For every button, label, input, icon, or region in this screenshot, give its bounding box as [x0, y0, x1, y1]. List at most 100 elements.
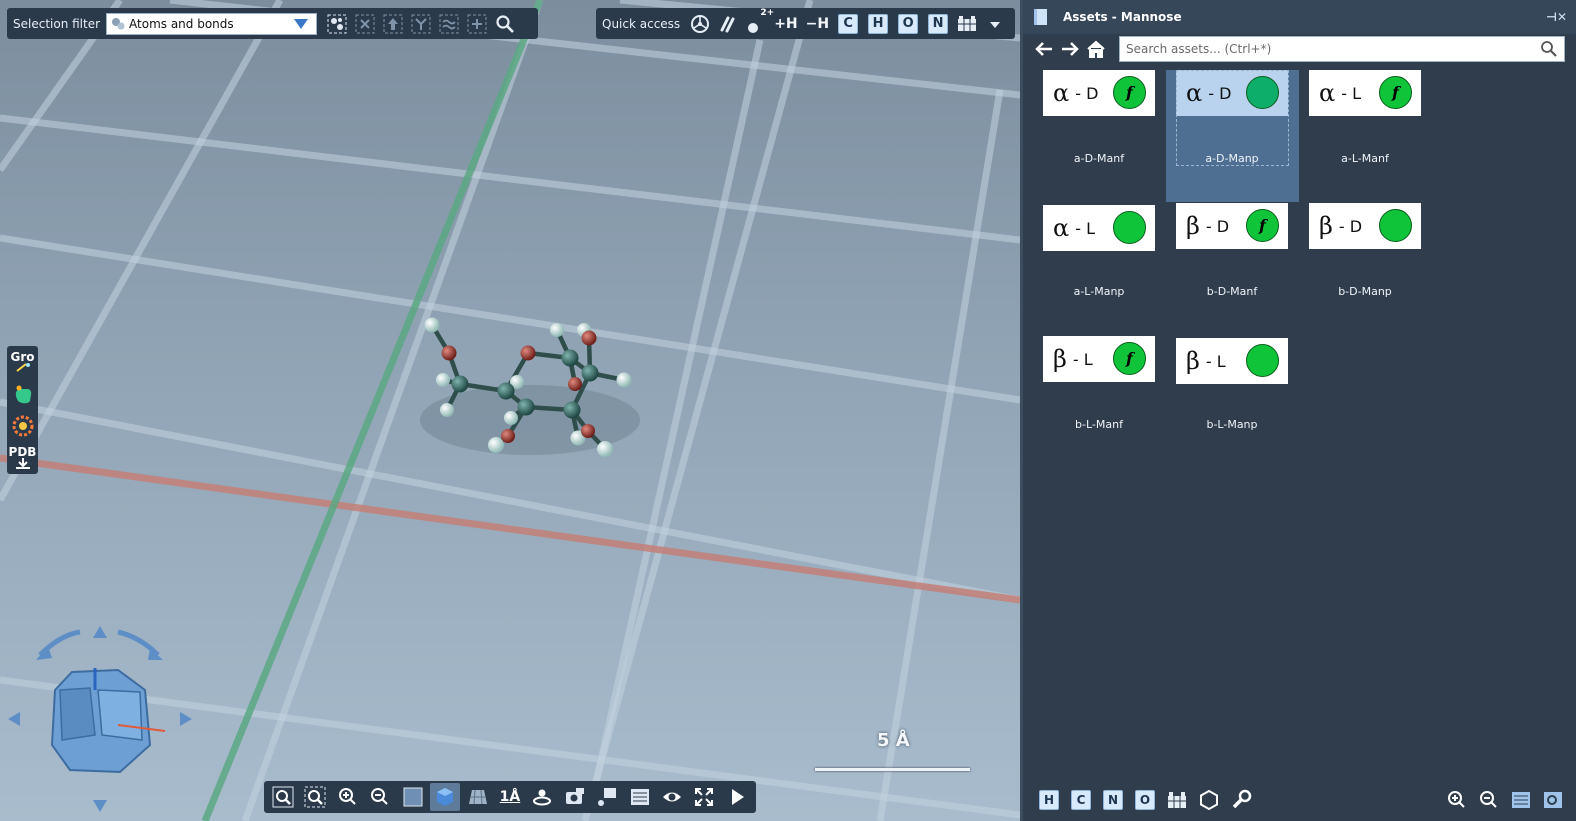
panel-header: Assets - Mannose ⊣✕ [1023, 0, 1576, 34]
select-up-icon[interactable] [379, 10, 407, 38]
visibility-eye-icon[interactable] [657, 783, 687, 811]
rotate-right-icon [180, 712, 192, 726]
left-toolbar: Gro PDB [7, 346, 38, 474]
element-h-button[interactable]: H [868, 13, 889, 34]
asset-tile[interactable]: β- L b-L-Manp [1176, 336, 1309, 468]
asset-name: a-D-Manf [1073, 152, 1125, 165]
selection-filter-dropdown[interactable]: Atoms and bonds [106, 12, 318, 35]
zoom-in-icon[interactable] [333, 783, 363, 811]
wrench-icon[interactable] [1225, 786, 1257, 814]
asset-tile[interactable]: β- D b-D-Manp [1309, 203, 1442, 335]
zoom-selection-icon[interactable] [300, 783, 330, 811]
asset-thumbnail: α- L f [1309, 70, 1421, 116]
steering-wheel-icon[interactable] [686, 10, 714, 38]
configuration-label: - L [1205, 351, 1226, 371]
search-icon[interactable] [491, 10, 519, 38]
anomer-symbol: β [1053, 345, 1067, 373]
measure-tool[interactable]: 1Å [495, 783, 525, 811]
configuration-label: - L [1075, 218, 1095, 238]
element-n-button[interactable]: N [1097, 786, 1129, 814]
pin-icon[interactable]: ⊣✕ [1546, 10, 1576, 24]
configuration-label: - L [1072, 349, 1093, 369]
screenshot-icon[interactable] [560, 783, 590, 811]
rotate-view-icon[interactable] [527, 783, 557, 811]
bond-tool-icon[interactable] [714, 10, 742, 38]
background-color-icon[interactable] [398, 783, 428, 811]
pyranose-ring-icon [1379, 209, 1412, 242]
floor-grid-icon[interactable] [463, 783, 493, 811]
asset-tile[interactable]: α- D f a-D-Manf [1043, 70, 1176, 202]
gromacs-tool[interactable]: Gro [9, 348, 37, 376]
anomer-symbol: α [1053, 79, 1070, 107]
element-c-button[interactable]: C [1065, 786, 1097, 814]
element-h-button[interactable]: H [1033, 786, 1065, 814]
home-icon[interactable] [1083, 36, 1109, 62]
asset-name: b-D-Manp [1338, 285, 1392, 298]
asset-tile[interactable]: α- L a-L-Manp [1043, 203, 1176, 335]
quick-access-menu-chevron-icon[interactable] [981, 10, 1009, 38]
asset-name: b-L-Manf [1075, 418, 1123, 431]
asset-thumbnail: α- L [1043, 205, 1155, 251]
list-view-icon[interactable] [625, 783, 655, 811]
x-axis-line [0, 454, 1020, 604]
select-network-icon[interactable] [407, 10, 435, 38]
select-atoms-icon[interactable] [323, 10, 351, 38]
zoom-fit-icon[interactable] [268, 783, 298, 811]
element-o-button[interactable]: O [1129, 786, 1161, 814]
book-icon [1034, 9, 1047, 25]
mannose-molecule[interactable] [420, 317, 640, 458]
periodic-table-icon[interactable] [1161, 786, 1193, 814]
zoom-out-icon[interactable] [1473, 786, 1505, 814]
asset-name: a-D-Manp [1205, 152, 1259, 165]
element-o-label: O [1135, 790, 1155, 810]
asset-tile[interactable]: α- L f a-L-Manf [1309, 70, 1442, 202]
asset-thumbnail: β- D [1309, 203, 1421, 249]
labels-icon[interactable] [592, 783, 622, 811]
ring-hexagon-icon[interactable] [1193, 786, 1225, 814]
anomer-symbol: α [1053, 214, 1070, 242]
list-view-icon[interactable] [1505, 786, 1537, 814]
asset-tile[interactable]: α- Da-D-Manp [1166, 70, 1299, 202]
asset-tile[interactable]: β- L f b-L-Manf [1043, 336, 1176, 468]
anomer-symbol: α [1319, 79, 1336, 107]
pyranose-ring-icon [1113, 211, 1146, 244]
fullscreen-icon[interactable] [689, 783, 719, 811]
3d-viewport[interactable]: Selection filter Atoms and bonds Quick a… [0, 0, 1020, 821]
element-o-button[interactable]: O [898, 13, 919, 34]
configuration-label: - L [1341, 83, 1361, 103]
periodic-table-icon[interactable] [953, 10, 981, 38]
search-icon[interactable] [1540, 40, 1558, 58]
clean-hand-icon[interactable] [9, 380, 37, 408]
chevron-down-icon[interactable] [294, 18, 309, 29]
play-icon[interactable] [722, 783, 752, 811]
deselect-icon[interactable] [351, 10, 379, 38]
protein-structure-icon[interactable] [9, 412, 37, 440]
add-hydrogens-button[interactable]: +H [774, 16, 797, 32]
zoom-out-icon[interactable] [365, 783, 395, 811]
asset-tile[interactable]: β- D f b-D-Manf [1176, 203, 1309, 335]
gallery-view-icon[interactable] [1537, 786, 1569, 814]
pdb-download-tool[interactable]: PDB [9, 444, 37, 472]
remove-hydrogens-button[interactable]: −H [806, 16, 829, 32]
charge-tool-icon[interactable]: 2+ [742, 8, 774, 38]
back-arrow-icon[interactable] [1031, 36, 1057, 62]
asset-name: a-L-Manf [1341, 152, 1389, 165]
element-c-button[interactable]: C [838, 13, 859, 34]
quick-access-toolbar: Quick access 2+ +H −H C H O N [596, 8, 1015, 39]
search-assets-input[interactable] [1126, 42, 1540, 56]
furanose-ring-icon: f [1379, 76, 1412, 109]
element-n-button[interactable]: N [928, 13, 949, 34]
select-similar-icon[interactable] [435, 10, 463, 38]
navigation-cube[interactable] [8, 626, 192, 812]
selection-filter-value: Atoms and bonds [129, 16, 234, 31]
scene-canvas[interactable] [0, 0, 1020, 821]
add-selection-icon[interactable] [463, 10, 491, 38]
assets-panel: Assets - Mannose ⊣✕ α- Dfa-D-Manfα- Da-D… [1020, 0, 1576, 821]
zoom-in-icon[interactable] [1441, 786, 1473, 814]
gro-label: Gro [10, 350, 35, 364]
forward-arrow-icon[interactable] [1057, 36, 1083, 62]
atoms-bonds-icon [112, 17, 125, 29]
anomer-symbol: β [1186, 212, 1200, 240]
panel-bottom-toolbar: H C N O [1023, 779, 1576, 821]
perspective-cube-icon[interactable] [430, 783, 461, 811]
